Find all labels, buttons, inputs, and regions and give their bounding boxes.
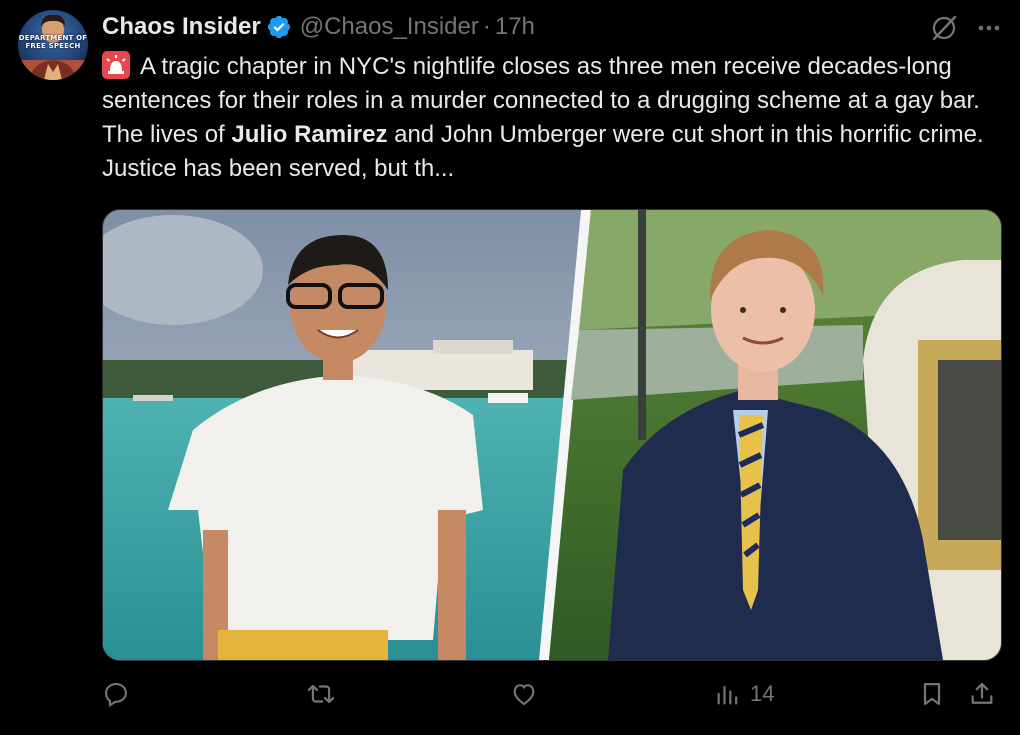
rotating-light-icon [102, 51, 130, 79]
photo-right [549, 210, 1001, 660]
verified-badge-icon [266, 14, 292, 40]
top-icons [930, 14, 1002, 47]
avatar-text: DEPARTMENT OF FREE SPEECH [18, 34, 88, 50]
views-icon [714, 680, 742, 708]
views-button[interactable]: 14 [714, 680, 774, 708]
photo-left [103, 210, 583, 660]
more-icon[interactable] [976, 15, 1002, 46]
tweet-header: Chaos Insider @Chaos_Insider · 17h [102, 11, 535, 43]
media-photos [103, 210, 1001, 660]
bookmark-button[interactable] [918, 680, 946, 708]
like-button[interactable] [510, 680, 538, 708]
grok-icon[interactable] [930, 14, 958, 47]
separator-dot: · [482, 13, 491, 40]
share-icon [968, 680, 996, 708]
avatar[interactable]: DEPARTMENT OF FREE SPEECH [18, 10, 88, 80]
tweet-text: A tragic chapter in NYC's nightlife clos… [102, 50, 1002, 186]
author-handle[interactable]: @Chaos_Insider [300, 13, 479, 41]
tweet-text-bold-name: Julio Ramirez [231, 121, 388, 148]
author-name[interactable]: Chaos Insider [102, 13, 261, 41]
reply-button[interactable] [102, 680, 130, 708]
retweet-icon [306, 680, 336, 708]
reply-icon [102, 680, 130, 708]
share-button[interactable] [968, 680, 996, 708]
timestamp[interactable]: 17h [495, 13, 535, 41]
retweet-button[interactable] [306, 680, 336, 708]
views-count: 14 [750, 681, 775, 706]
heart-icon [510, 680, 538, 708]
bookmark-icon [918, 680, 946, 708]
tweet-media[interactable] [102, 209, 1002, 661]
action-bar: 14 [102, 680, 1002, 720]
